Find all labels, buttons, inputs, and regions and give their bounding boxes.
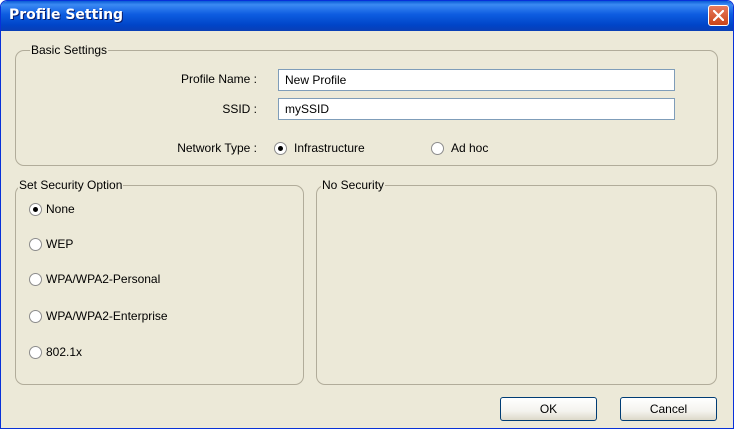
close-icon	[713, 10, 724, 21]
security-none-label[interactable]: None	[46, 202, 75, 216]
radio-security-wpa-personal[interactable]	[29, 273, 42, 286]
title-bar[interactable]: Profile Setting	[1, 1, 733, 31]
ssid-label: SSID :	[222, 102, 257, 116]
basic-settings-legend: Basic Settings	[30, 43, 109, 57]
network-type-label: Network Type :	[177, 141, 257, 155]
security-wpa-personal-label[interactable]: WPA/WPA2-Personal	[46, 272, 160, 286]
ok-button[interactable]: OK	[500, 397, 597, 421]
radio-security-wpa-enterprise[interactable]	[29, 310, 42, 323]
radio-infrastructure[interactable]	[274, 142, 287, 155]
security-option-legend: Set Security Option	[18, 178, 124, 192]
profile-setting-dialog: Profile Setting Basic Settings Profile N…	[0, 0, 734, 429]
security-wep-label[interactable]: WEP	[46, 237, 73, 251]
radio-security-wep[interactable]	[29, 238, 42, 251]
profile-name-input[interactable]	[278, 69, 675, 91]
close-button[interactable]	[708, 5, 729, 26]
window-title: Profile Setting	[9, 7, 124, 23]
infrastructure-label[interactable]: Infrastructure	[294, 141, 365, 155]
radio-security-none[interactable]	[29, 203, 42, 216]
radio-ad-hoc[interactable]	[431, 142, 444, 155]
security-8021x-label[interactable]: 802.1x	[46, 345, 82, 359]
ssid-input[interactable]	[278, 98, 675, 120]
ad-hoc-label[interactable]: Ad hoc	[451, 141, 488, 155]
profile-name-label: Profile Name :	[180, 72, 257, 86]
security-wpa-enterprise-label[interactable]: WPA/WPA2-Enterprise	[46, 309, 168, 323]
security-detail-legend: No Security	[321, 178, 386, 192]
cancel-button[interactable]: Cancel	[620, 397, 717, 421]
security-detail-panel: No Security	[316, 178, 717, 385]
radio-security-8021x[interactable]	[29, 346, 42, 359]
